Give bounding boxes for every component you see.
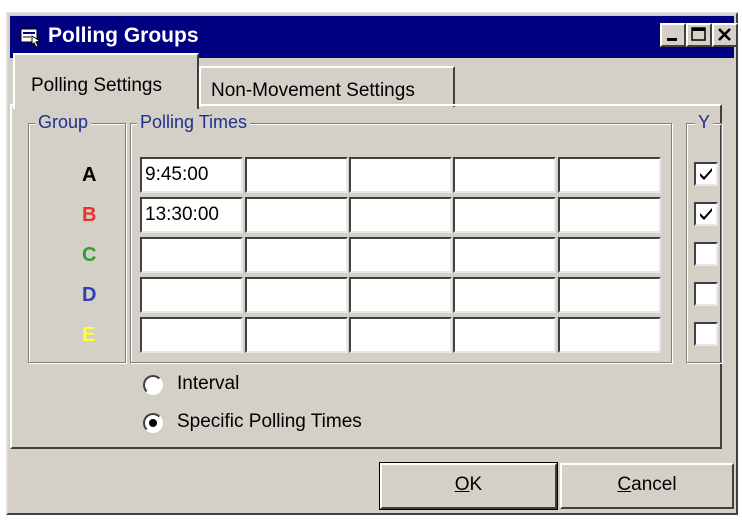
polling-time-cell[interactable] bbox=[558, 157, 661, 193]
group-letter: D bbox=[82, 284, 97, 306]
cancel-button[interactable]: Cancel bbox=[560, 463, 734, 509]
group-letter: E bbox=[82, 324, 96, 346]
polling-time-cell[interactable] bbox=[140, 237, 243, 273]
radio-selected-dot bbox=[149, 419, 157, 427]
polling-time-cell[interactable] bbox=[349, 157, 452, 193]
y-checkbox[interactable] bbox=[694, 242, 718, 266]
polling-time-cell[interactable]: 13:30:00 bbox=[140, 197, 243, 233]
radio-specific-times[interactable] bbox=[143, 413, 163, 433]
polling-time-cell[interactable] bbox=[349, 277, 452, 313]
polling-time-cell[interactable] bbox=[453, 277, 556, 313]
polling-time-cell[interactable] bbox=[140, 277, 243, 313]
polling-time-cell[interactable] bbox=[245, 317, 348, 353]
tab-polling-settings[interactable]: Polling Settings bbox=[13, 53, 199, 109]
minimize-button[interactable] bbox=[660, 23, 686, 47]
polling-time-cell[interactable] bbox=[558, 277, 661, 313]
checkmark-icon bbox=[700, 208, 712, 220]
radio-specific-times-label: Specific Polling Times bbox=[177, 411, 362, 432]
polling-time-cell[interactable] bbox=[558, 197, 661, 233]
polling-time-cell[interactable] bbox=[349, 197, 452, 233]
polling-time-cell[interactable] bbox=[245, 277, 348, 313]
y-legend: Y bbox=[695, 111, 714, 133]
window-title: Polling Groups bbox=[48, 24, 199, 47]
cancel-mnemonic: C bbox=[617, 474, 632, 495]
checkmark-icon bbox=[700, 168, 712, 180]
title-bar[interactable]: Polling Groups bbox=[10, 16, 738, 58]
y-checkbox[interactable] bbox=[694, 202, 718, 226]
y-checkbox[interactable] bbox=[694, 322, 718, 346]
polling-time-cell[interactable] bbox=[453, 157, 556, 193]
group-letter: A bbox=[82, 164, 97, 186]
minimize-icon bbox=[667, 38, 677, 41]
close-icon bbox=[718, 28, 731, 41]
close-button[interactable] bbox=[712, 23, 738, 47]
y-checkbox[interactable] bbox=[694, 282, 718, 306]
polling-time-cell[interactable] bbox=[140, 317, 243, 353]
polling-time-cell[interactable] bbox=[453, 237, 556, 273]
polling-time-cell[interactable] bbox=[558, 237, 661, 273]
polling-time-cell[interactable] bbox=[245, 197, 348, 233]
maximize-icon bbox=[691, 27, 706, 41]
group-box: Group bbox=[28, 111, 126, 363]
y-checkbox[interactable] bbox=[694, 162, 718, 186]
group-letter: C bbox=[82, 244, 97, 266]
polling-time-cell[interactable] bbox=[245, 237, 348, 273]
group-letter: B bbox=[82, 204, 97, 226]
polling-time-cell[interactable] bbox=[349, 237, 452, 273]
tab-non-movement-settings[interactable]: Non-Movement Settings bbox=[199, 66, 455, 107]
window-app-icon bbox=[20, 28, 42, 47]
maximize-button[interactable] bbox=[686, 23, 712, 47]
radio-interval-label: Interval bbox=[177, 373, 240, 394]
ok-mnemonic: O bbox=[454, 474, 470, 495]
polling-time-cell[interactable] bbox=[558, 317, 661, 353]
polling-time-cell[interactable] bbox=[245, 157, 348, 193]
polling-time-cell[interactable] bbox=[453, 317, 556, 353]
polling-time-cell[interactable]: 9:45:00 bbox=[140, 157, 243, 193]
polling-times-legend: Polling Times bbox=[137, 111, 251, 133]
cancel-label-rest: ancel bbox=[631, 474, 677, 495]
ok-button[interactable]: OK bbox=[379, 462, 558, 510]
polling-time-cell[interactable] bbox=[349, 317, 452, 353]
group-legend: Group bbox=[35, 111, 92, 133]
ok-label-rest: K bbox=[469, 474, 483, 495]
polling-time-cell[interactable] bbox=[453, 197, 556, 233]
radio-interval[interactable] bbox=[143, 375, 163, 395]
